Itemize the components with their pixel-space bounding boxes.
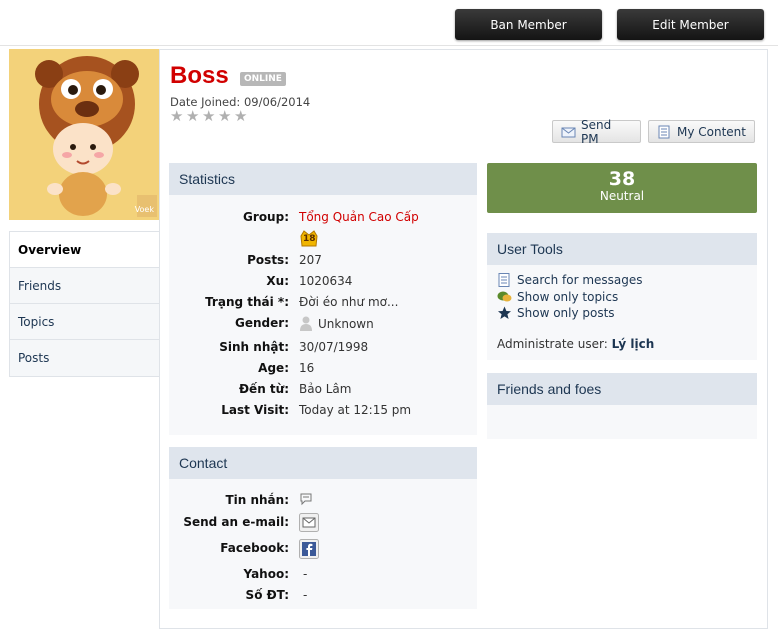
contact-panel: Contact Tin nhắn: Send an e-mail: Facebo… xyxy=(169,447,477,609)
stat-label: Đến từ: xyxy=(239,382,289,396)
email-icon[interactable] xyxy=(299,513,319,535)
tab-overview[interactable]: Overview xyxy=(10,232,159,268)
online-status-badge: ONLINE xyxy=(240,72,286,86)
reputation-value: 38 xyxy=(608,168,636,190)
contact-label: Tin nhắn: xyxy=(225,493,289,507)
friends-foes-title: Friends and foes xyxy=(487,373,757,405)
admin-profile-link[interactable]: Lý lịch xyxy=(612,337,655,351)
profile-sidebar: Voek Overview Friends Topics Posts xyxy=(9,49,160,377)
group-badge-number: 18 xyxy=(303,234,316,244)
stat-value: Đời éo như mơ... xyxy=(299,295,399,309)
stat-value-gender: Unknown xyxy=(299,316,374,331)
statistics-panel: Statistics Group: Tổng Quản Cao Cấp 18 P… xyxy=(169,163,477,435)
admin-prefix: Administrate user: xyxy=(497,337,608,351)
my-content-label: My Content xyxy=(677,124,746,139)
chat-bubble-icon xyxy=(497,290,512,304)
avatar-watermark: Voek xyxy=(134,205,154,214)
stat-value: Today at 12:15 pm xyxy=(299,403,412,417)
stat-label: Gender: xyxy=(235,316,289,330)
document-icon xyxy=(497,273,512,287)
stat-label: Sinh nhật: xyxy=(219,340,289,354)
star-icon[interactable]: ★ xyxy=(170,109,185,124)
stat-value: Bảo Lâm xyxy=(299,382,352,396)
ban-member-button[interactable]: Ban Member xyxy=(455,9,602,40)
profile-tabs: Overview Friends Topics Posts xyxy=(9,231,160,377)
stat-value: 30/07/1998 xyxy=(299,340,369,354)
stat-label: Last Visit: xyxy=(221,403,289,417)
stat-value: 207 xyxy=(299,253,322,267)
show-posts-link[interactable]: Show only posts xyxy=(497,306,615,320)
speech-bubble-icon[interactable] xyxy=(299,492,313,509)
contact-value: - xyxy=(303,567,308,581)
user-tools-panel: User Tools Search for messages Show only… xyxy=(487,233,757,360)
reputation-box: 38 Neutral xyxy=(487,163,757,213)
show-topics-link[interactable]: Show only topics xyxy=(497,290,618,304)
group-value[interactable]: Tổng Quản Cao Cấp xyxy=(299,210,419,224)
avatar: Voek xyxy=(9,49,159,220)
tab-posts[interactable]: Posts xyxy=(10,340,159,376)
tool-label: Show only topics xyxy=(517,290,619,304)
edit-member-button[interactable]: Edit Member xyxy=(617,9,764,40)
tab-friends[interactable]: Friends xyxy=(10,268,159,304)
contact-label: Send an e-mail: xyxy=(183,515,289,529)
contact-value: - xyxy=(303,588,308,602)
stat-label: Group: xyxy=(243,210,289,224)
rating-stars[interactable]: ★ ★ ★ ★ ★ xyxy=(170,109,249,124)
top-action-bar: Ban Member Edit Member xyxy=(0,0,778,46)
star-icon xyxy=(497,306,512,320)
stat-value: 16 xyxy=(299,361,315,375)
statistics-title: Statistics xyxy=(169,163,477,195)
document-icon xyxy=(657,125,672,139)
stat-label: Xu: xyxy=(266,274,289,288)
stat-label: Posts: xyxy=(247,253,289,267)
tool-label: Show only posts xyxy=(517,306,615,320)
contact-label: Số ĐT: xyxy=(245,588,289,602)
reputation-label: Neutral xyxy=(599,189,645,203)
contact-title: Contact xyxy=(169,447,477,479)
person-icon xyxy=(299,316,313,331)
envelope-icon xyxy=(561,125,576,139)
tab-topics[interactable]: Topics xyxy=(10,304,159,340)
gender-text: Unknown xyxy=(318,316,374,331)
member-name: Boss xyxy=(170,62,229,89)
group-badge-icon: 18 xyxy=(299,229,319,247)
profile-main: Boss ONLINE Date Joined: 09/06/2014 ★ ★ … xyxy=(159,49,768,629)
contact-label: Facebook: xyxy=(220,541,289,555)
star-icon[interactable]: ★ xyxy=(186,109,201,124)
star-icon[interactable]: ★ xyxy=(234,109,249,124)
friends-foes-panel: Friends and foes xyxy=(487,373,757,439)
lion-costume-avatar-illustration xyxy=(9,49,159,220)
search-messages-link[interactable]: Search for messages xyxy=(497,273,643,287)
tool-label: Search for messages xyxy=(517,273,643,287)
contact-label: Yahoo: xyxy=(243,567,289,581)
administrate-user: Administrate user: Lý lịch xyxy=(497,337,654,351)
star-icon[interactable]: ★ xyxy=(202,109,217,124)
my-content-button[interactable]: My Content xyxy=(648,120,755,143)
stat-label: Trạng thái *: xyxy=(205,295,289,309)
stat-label: Age: xyxy=(258,361,289,375)
star-icon[interactable]: ★ xyxy=(218,109,233,124)
send-pm-button[interactable]: Send PM xyxy=(552,117,641,146)
stat-value: 1020634 xyxy=(299,274,353,288)
send-pm-label: Send PM xyxy=(581,117,612,146)
user-tools-title: User Tools xyxy=(487,233,757,265)
facebook-icon[interactable] xyxy=(299,539,319,562)
